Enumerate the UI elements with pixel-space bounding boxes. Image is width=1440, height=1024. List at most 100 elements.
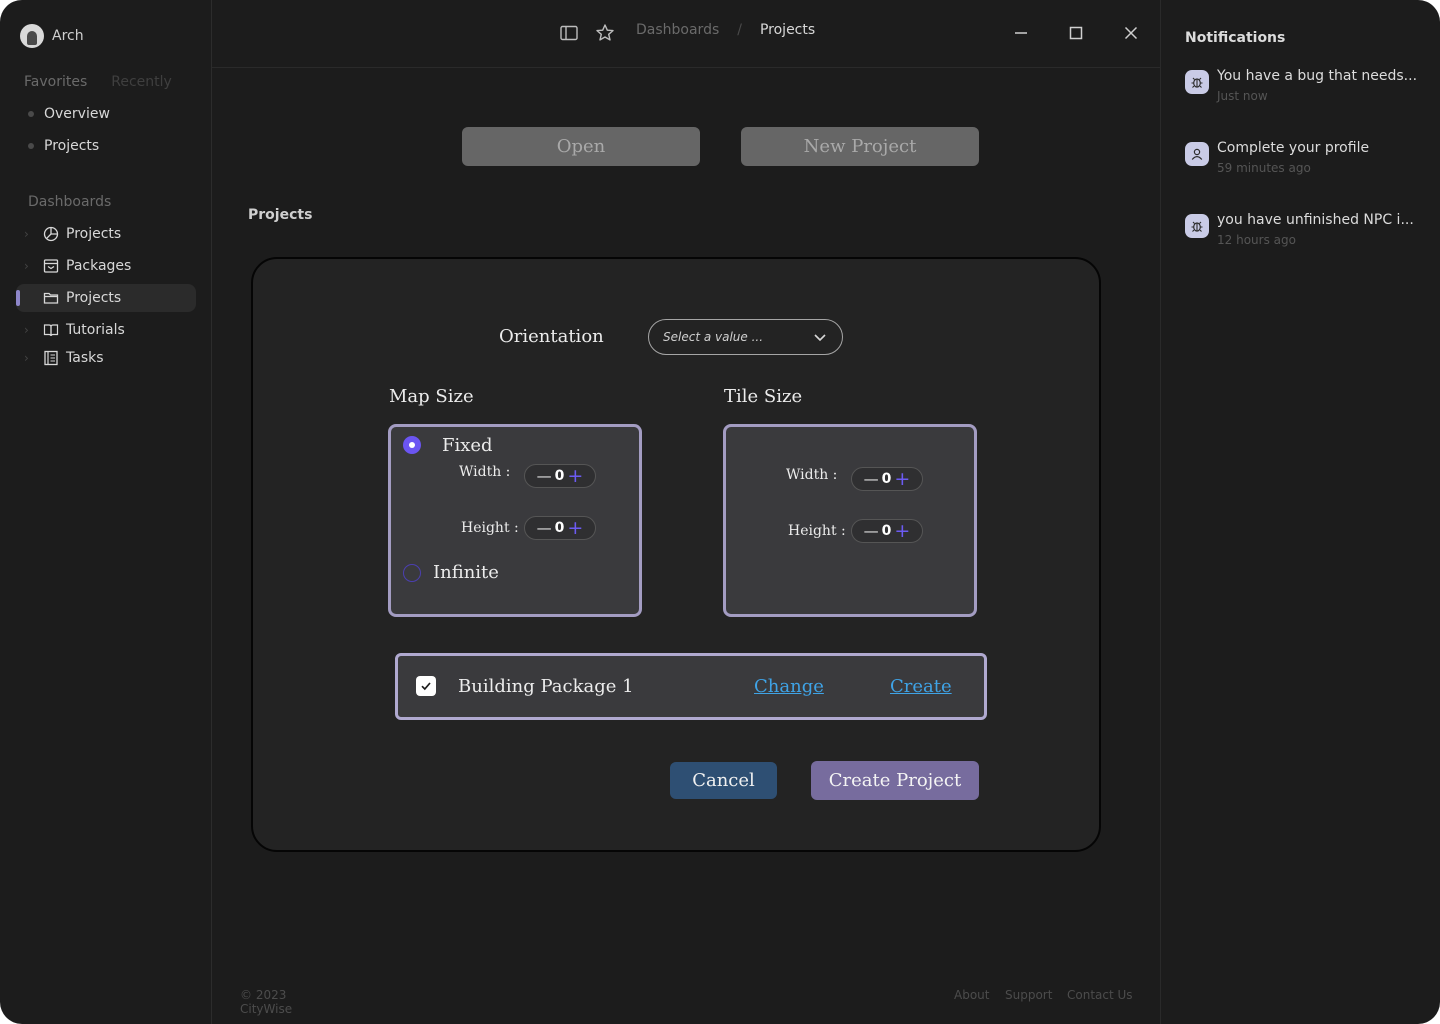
- tab-recently[interactable]: Recently: [111, 74, 172, 90]
- active-indicator: [16, 290, 20, 306]
- user-icon: [1185, 142, 1209, 166]
- map-width-label: Width :: [459, 464, 511, 480]
- map-width-stepper[interactable]: — 0 +: [524, 464, 596, 488]
- book-icon: [42, 321, 60, 339]
- user-profile[interactable]: Arch: [20, 24, 84, 48]
- sidebar-item-projects-active[interactable]: Projects: [16, 284, 196, 312]
- footer-link-about[interactable]: About: [954, 988, 989, 1002]
- app-window: Arch Favorites Recently Overview Project…: [0, 0, 1440, 1024]
- maximize-icon[interactable]: [1065, 22, 1087, 44]
- bug-icon: [1185, 70, 1209, 94]
- tab-favorites[interactable]: Favorites: [24, 74, 87, 90]
- change-package-link[interactable]: Change: [754, 676, 824, 697]
- checkmark-icon: [421, 682, 431, 691]
- fixed-radio[interactable]: [403, 436, 421, 454]
- top-bar: Dashboards / Projects: [212, 0, 1160, 68]
- tile-height-label: Height :: [788, 523, 846, 539]
- package-icon: [42, 257, 60, 275]
- pie-chart-icon: [42, 225, 60, 243]
- map-width-value: 0: [554, 468, 565, 484]
- footer-link-support[interactable]: Support: [1005, 988, 1052, 1002]
- map-size-title: Map Size: [389, 386, 474, 407]
- footer-link-contact[interactable]: Contact Us: [1067, 988, 1133, 1002]
- notification-time: 59 minutes ago: [1217, 161, 1311, 175]
- orientation-placeholder: Select a value ...: [663, 330, 764, 344]
- avatar: [20, 24, 44, 48]
- orientation-select[interactable]: Select a value ...: [648, 319, 843, 355]
- sidebar-item-packages[interactable]: › Packages: [16, 252, 196, 280]
- plus-icon[interactable]: +: [894, 521, 910, 541]
- minus-icon[interactable]: —: [864, 471, 879, 487]
- breadcrumb-projects[interactable]: Projects: [760, 22, 815, 38]
- favorite-item-overview[interactable]: Overview: [28, 106, 110, 122]
- tile-width-stepper[interactable]: — 0 +: [851, 467, 923, 491]
- notifications-title: Notifications: [1185, 30, 1286, 46]
- create-package-link[interactable]: Create: [890, 676, 952, 697]
- new-project-button[interactable]: New Project: [741, 127, 979, 166]
- chevron-down-icon: [812, 329, 828, 349]
- sidebar-toggle-icon[interactable]: [558, 22, 580, 44]
- infinite-radio[interactable]: [403, 564, 421, 582]
- notification-text: Complete your profile: [1217, 140, 1370, 156]
- notebook-icon: [42, 349, 60, 367]
- sidebar-item-tutorials[interactable]: › Tutorials: [16, 316, 196, 344]
- package-row: Building Package 1 Change Create: [395, 653, 987, 720]
- tile-size-title: Tile Size: [724, 386, 803, 407]
- notification-time: Just now: [1217, 89, 1268, 103]
- minus-icon[interactable]: —: [864, 523, 879, 539]
- open-button[interactable]: Open: [462, 127, 700, 166]
- breadcrumb-dashboards[interactable]: Dashboards: [636, 22, 719, 38]
- map-height-label: Height :: [461, 520, 519, 536]
- notification-text: You have a bug that needs...: [1217, 68, 1418, 84]
- minus-icon[interactable]: —: [537, 520, 552, 536]
- sidebar-item-label: Projects: [66, 290, 122, 306]
- package-checkbox[interactable]: [416, 676, 436, 696]
- infinite-label: Infinite: [433, 562, 499, 583]
- dashboards-section-label: Dashboards: [28, 194, 112, 210]
- sidebar: Arch Favorites Recently Overview Project…: [0, 0, 292, 1024]
- section-title: Projects: [248, 207, 313, 223]
- sidebar-item-label: Projects: [66, 226, 122, 242]
- sidebar-item-label: Tutorials: [66, 322, 125, 338]
- close-icon[interactable]: [1120, 22, 1142, 44]
- fixed-label: Fixed: [442, 435, 493, 456]
- sidebar-item-label: Tasks: [66, 350, 104, 366]
- favorites-tabs: Favorites Recently: [24, 74, 172, 90]
- notification-time: 12 hours ago: [1217, 233, 1296, 247]
- star-icon[interactable]: [594, 22, 616, 44]
- favorite-item-label: Overview: [44, 106, 110, 122]
- user-name: Arch: [52, 28, 84, 44]
- tile-size-box: [723, 424, 977, 617]
- chevron-right-icon[interactable]: ›: [24, 227, 36, 241]
- favorite-item-projects[interactable]: Projects: [28, 138, 99, 154]
- breadcrumb-separator: /: [737, 22, 742, 38]
- minimize-icon[interactable]: [1010, 22, 1032, 44]
- cancel-button[interactable]: Cancel: [670, 762, 777, 799]
- map-height-value: 0: [554, 520, 565, 536]
- bullet-icon: [28, 143, 34, 149]
- plus-icon[interactable]: +: [567, 466, 583, 486]
- tile-height-stepper[interactable]: — 0 +: [851, 519, 923, 543]
- sidebar-item-projects[interactable]: › Projects: [16, 220, 196, 248]
- tile-width-label: Width :: [786, 467, 838, 483]
- breadcrumb: Dashboards / Projects: [636, 22, 815, 38]
- chevron-right-icon[interactable]: ›: [24, 259, 36, 273]
- notification-text: you have unfinished NPC i...: [1217, 212, 1414, 228]
- folder-icon: [42, 289, 60, 307]
- plus-icon[interactable]: +: [567, 518, 583, 538]
- chevron-right-icon[interactable]: ›: [24, 323, 36, 337]
- sidebar-item-tasks[interactable]: › Tasks: [16, 344, 196, 372]
- favorite-item-label: Projects: [44, 138, 100, 154]
- bullet-icon: [28, 111, 34, 117]
- plus-icon[interactable]: +: [894, 469, 910, 489]
- package-name: Building Package 1: [458, 676, 634, 697]
- notifications-panel: Notifications You have a bug that needs.…: [1160, 0, 1440, 1024]
- map-height-stepper[interactable]: — 0 +: [524, 516, 596, 540]
- create-project-button[interactable]: Create Project: [811, 761, 979, 800]
- tile-height-value: 0: [881, 523, 892, 539]
- orientation-label: Orientation: [499, 326, 604, 347]
- chevron-right-icon[interactable]: ›: [24, 351, 36, 365]
- bug-icon: [1185, 214, 1209, 238]
- tile-width-value: 0: [881, 471, 892, 487]
- minus-icon[interactable]: —: [537, 468, 552, 484]
